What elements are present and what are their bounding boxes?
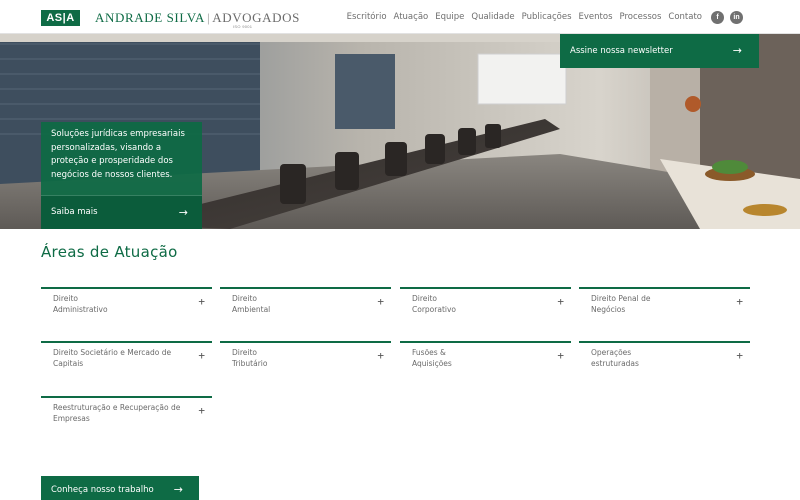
area-item-fusoes-aquisicoes[interactable]: Fusões & Aquisições + (400, 341, 571, 385)
area-item-label: Direito Administrativo (53, 294, 108, 314)
plus-icon: + (557, 349, 564, 362)
iso-label: ISO 9001 (233, 24, 253, 29)
logo-separator: | (207, 10, 211, 25)
area-item-direito-penal[interactable]: Direito Penal de Negócios + (579, 287, 750, 331)
newsletter-button[interactable]: Assine nossa newsletter → (560, 34, 759, 68)
area-item-label: Direito Tributário (232, 348, 268, 368)
cta-label: Conheça nosso trabalho (51, 485, 154, 495)
nav-item-processos[interactable]: Processos (620, 12, 662, 22)
site-header: AS|A Andrade Silva | Advogados ISO 9001 Es… (0, 0, 800, 34)
nav-item-eventos[interactable]: Eventos (579, 12, 613, 22)
arrow-right-icon: → (178, 206, 188, 219)
plus-icon: + (557, 295, 564, 308)
section-title: Áreas de Atuação (41, 243, 178, 261)
area-item-label: Direito Ambiental (232, 294, 271, 314)
area-item-label: Operações estruturadas (591, 348, 639, 368)
arrow-right-icon: → (732, 44, 742, 57)
saiba-mais-label: Saiba mais (51, 207, 98, 217)
area-item-direito-corporativo[interactable]: Direito Corporativo + (400, 287, 571, 331)
conheca-nosso-trabalho-button[interactable]: Conheça nosso trabalho → (41, 476, 199, 500)
plus-icon: + (736, 349, 743, 362)
saiba-mais-button[interactable]: Saiba mais → (41, 196, 202, 229)
nav-item-atuacao[interactable]: Atuação (394, 12, 429, 22)
plus-icon: + (736, 295, 743, 308)
area-item-label: Direito Penal de Negócios (591, 294, 651, 314)
plus-icon: + (198, 404, 205, 417)
nav-item-qualidade[interactable]: Qualidade (471, 12, 514, 22)
hero-card-text: Soluções jurídicas empresariais personal… (51, 129, 185, 180)
linkedin-icon[interactable]: in (730, 10, 743, 24)
area-item-label: Reestruturação e Recuperação de Empresas (53, 403, 181, 423)
nav-item-contato[interactable]: Contato (668, 12, 702, 22)
area-item-reestruturacao[interactable]: Reestruturação e Recuperação de Empresas… (41, 396, 212, 440)
plus-icon: + (198, 349, 205, 362)
nav-item-equipe[interactable]: Equipe (435, 12, 464, 22)
area-item-direito-ambiental[interactable]: Direito Ambiental + (220, 287, 391, 331)
nav-item-publicacoes[interactable]: Publicações (522, 12, 572, 22)
plus-icon: + (377, 295, 384, 308)
area-item-direito-societario[interactable]: Direito Societário e Mercado de Capitais… (41, 341, 212, 385)
area-item-direito-administrativo[interactable]: Direito Administrativo + (41, 287, 212, 331)
plus-icon: + (198, 295, 205, 308)
hero-card: Soluções jurídicas empresariais personal… (41, 122, 202, 229)
area-item-label: Direito Corporativo (412, 294, 456, 314)
newsletter-label: Assine nossa newsletter (570, 46, 673, 56)
logo-mark[interactable]: AS|A (41, 10, 80, 26)
area-item-label: Direito Societário e Mercado de Capitais (53, 348, 172, 368)
logo-wordmark[interactable]: Andrade Silva | Advogados (95, 10, 300, 26)
main-nav: Escritório Atuação Equipe Qualidade Publ… (347, 0, 800, 34)
logo-suffix: Advogados (212, 10, 300, 25)
area-item-operacoes-estruturadas[interactable]: Operações estruturadas + (579, 341, 750, 385)
area-item-label: Fusões & Aquisições (412, 348, 452, 368)
logo-name: Andrade Silva (95, 10, 206, 25)
arrow-right-icon: → (173, 483, 183, 496)
facebook-icon[interactable]: f (711, 10, 724, 24)
plus-icon: + (377, 349, 384, 362)
area-item-direito-tributario[interactable]: Direito Tributário + (220, 341, 391, 385)
nav-item-escritorio[interactable]: Escritório (347, 12, 387, 22)
